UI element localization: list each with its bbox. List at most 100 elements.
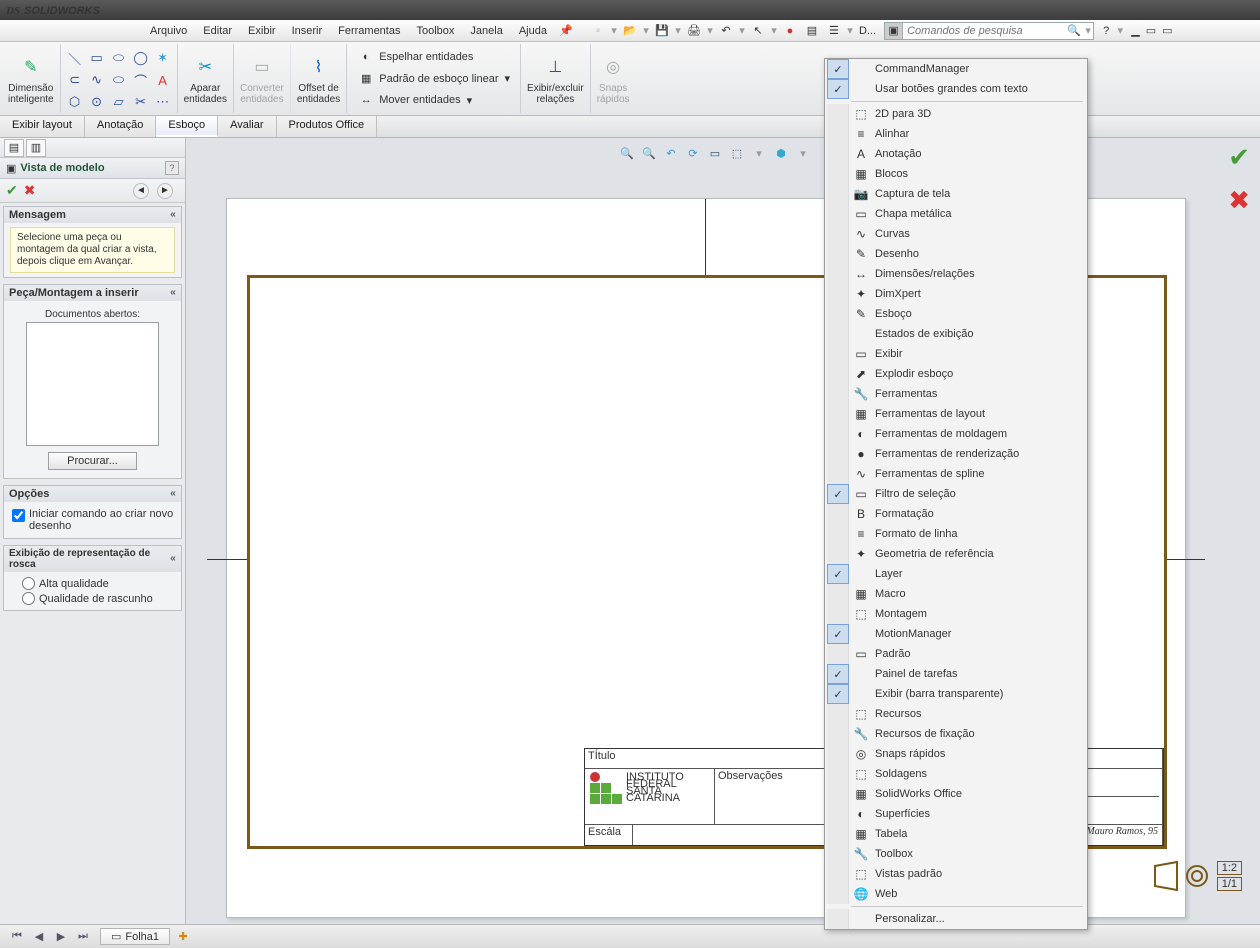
ctx-soldagens[interactable]: ⬚Soldagens — [825, 764, 1087, 784]
ctx-geometria-de-refer-ncia[interactable]: ✦Geometria de referência — [825, 544, 1087, 564]
menu-exibir[interactable]: Exibir — [240, 23, 284, 39]
rect-icon[interactable]: ▭ — [87, 48, 107, 68]
ctx-dimens-es-rela-es[interactable]: ↔Dimensões/relações — [825, 264, 1087, 284]
save-icon[interactable]: 💾 — [652, 22, 672, 40]
ctx-ferramentas-de-layout[interactable]: ▦Ferramentas de layout — [825, 404, 1087, 424]
search-input[interactable] — [903, 25, 1065, 37]
ctx-formata-o[interactable]: BFormatação — [825, 504, 1087, 524]
ctx-ferramentas-de-spline[interactable]: ∿Ferramentas de spline — [825, 464, 1087, 484]
tab-esboco[interactable]: Esboço — [156, 116, 218, 137]
ctx-vistas-padr-o[interactable]: ⬚Vistas padrão — [825, 864, 1087, 884]
ribbon-offset[interactable]: ⌇ Offset de entidades — [291, 44, 347, 113]
fillet-icon[interactable]: ⌒ — [131, 70, 151, 90]
search-icon[interactable]: 🔍 — [1065, 24, 1083, 37]
collapse-icon[interactable]: « — [170, 210, 176, 221]
menu-janela[interactable]: Janela — [462, 23, 510, 39]
confirm-ok-icon[interactable]: ✔ — [1228, 142, 1250, 173]
close-icon[interactable]: ▭ — [1162, 24, 1172, 37]
ctx-explodir-esbo-o[interactable]: ⬈Explodir esboço — [825, 364, 1087, 384]
ctx-ferramentas[interactable]: 🔧Ferramentas — [825, 384, 1087, 404]
menu-arquivo[interactable]: Arquivo — [142, 23, 195, 39]
ctx-ferramentas-de-moldagem[interactable]: ◐Ferramentas de moldagem — [825, 424, 1087, 444]
drawing-canvas[interactable]: 🔍 🔍 ↶ ⟳ ▭ ⬚ ▾ ⬢ ▾ TÍtulo — [186, 138, 1260, 924]
ctx-filtro-de-sele-o[interactable]: ✓▭Filtro de seleção — [825, 484, 1087, 504]
appearance-icon[interactable]: ⬢ — [771, 143, 791, 163]
trim-icon[interactable]: ✂ — [131, 92, 151, 112]
feature-tree-icon[interactable]: ▤ — [4, 139, 24, 157]
ctx-ferramentas-de-renderiza-o[interactable]: ●Ferramentas de renderização — [825, 444, 1087, 464]
ctx-alinhar[interactable]: ≡Alinhar — [825, 124, 1087, 144]
tab-exibir-layout[interactable]: Exibir layout — [0, 116, 85, 137]
pin-icon[interactable]: 📌 — [556, 22, 576, 40]
open-docs-list[interactable] — [26, 322, 159, 446]
menu-inserir[interactable]: Inserir — [284, 23, 331, 39]
ctx-desenho[interactable]: ✎Desenho — [825, 244, 1087, 264]
rebuild-icon[interactable]: ● — [780, 22, 800, 40]
section-view-icon[interactable]: ⟳ — [683, 143, 703, 163]
circle-icon[interactable]: ◯ — [131, 48, 151, 68]
prev-view-icon[interactable]: ↶ — [661, 143, 681, 163]
ctx-commandmanager[interactable]: ✓CommandManager — [825, 59, 1087, 79]
ctx-tabela[interactable]: ▦Tabela — [825, 824, 1087, 844]
panel-help-icon[interactable]: ? — [165, 161, 179, 175]
ctx-usar-botoes[interactable]: ✓Usar botões grandes com texto — [825, 79, 1087, 99]
select-icon[interactable]: ↖ — [748, 22, 768, 40]
options-icon[interactable]: ▤ — [802, 22, 822, 40]
ctx-toolbox[interactable]: 🔧Toolbox — [825, 844, 1087, 864]
browse-button[interactable]: Procurar... — [48, 452, 137, 470]
new-icon[interactable]: ▫️ — [588, 22, 608, 40]
ctx-padr-o[interactable]: ▭Padrão — [825, 644, 1087, 664]
ctx-web[interactable]: 🌐Web — [825, 884, 1087, 904]
tab-avaliar[interactable]: Avaliar — [218, 116, 276, 137]
ctx-chapa-met-lica[interactable]: ▭Chapa metálica — [825, 204, 1087, 224]
prev-icon[interactable]: ◄ — [133, 183, 149, 199]
collapse-icon[interactable]: « — [170, 554, 176, 565]
doc-short[interactable]: D... — [855, 23, 880, 39]
polygon-icon[interactable]: ⬡ — [65, 92, 85, 112]
toolbar-context-menu[interactable]: ✓CommandManager ✓Usar botões grandes com… — [824, 58, 1088, 930]
text-icon[interactable]: A — [153, 70, 173, 90]
radio-rascunho[interactable]: Qualidade de rascunho — [10, 591, 175, 606]
ctx-superf-cies[interactable]: ◐Superfícies — [825, 804, 1087, 824]
add-sheet-icon[interactable]: ✚ — [174, 929, 192, 945]
ctx-dimxpert[interactable]: ✦DimXpert — [825, 284, 1087, 304]
point-icon[interactable]: ✶ — [153, 48, 173, 68]
ribbon-padrao[interactable]: ▦Padrão de esboço linear▾ — [353, 68, 514, 90]
ctx-2d-para-3d[interactable]: ⬚2D para 3D — [825, 104, 1087, 124]
scene-icon[interactable]: ▾ — [793, 143, 813, 163]
sheet-prev-icon[interactable]: ⏮ — [8, 929, 26, 945]
sheet-last-icon[interactable]: ⏭ — [74, 929, 92, 945]
ctx-exibir[interactable]: ▭Exibir — [825, 344, 1087, 364]
display-style-icon[interactable]: ▭ — [705, 143, 725, 163]
radio-alta[interactable]: Alta qualidade — [10, 576, 175, 591]
ribbon-aparar[interactable]: ✂ Aparar entidades — [178, 44, 234, 113]
ctx-anota-o[interactable]: AAnotação — [825, 144, 1087, 164]
ctx-estados-de-exibi-o[interactable]: Estados de exibição — [825, 324, 1087, 344]
ctx-exibir-barra-transparente-[interactable]: ✓Exibir (barra transparente) — [825, 684, 1087, 704]
undo-icon[interactable]: ↶ — [716, 22, 736, 40]
next-icon[interactable]: ► — [157, 183, 173, 199]
collapse-icon[interactable]: « — [170, 489, 176, 500]
centerline-icon[interactable]: ⊙ — [87, 92, 107, 112]
ellipse-icon[interactable]: ⬭ — [109, 70, 129, 90]
print-icon[interactable]: 🖨 — [684, 22, 704, 40]
zoom-area-icon[interactable]: 🔍 — [639, 143, 659, 163]
sheet-back-icon[interactable]: ◀ — [30, 929, 48, 945]
ctx-recursos-de-fixa-o[interactable]: 🔧Recursos de fixação — [825, 724, 1087, 744]
ctx-curvas[interactable]: ∿Curvas — [825, 224, 1087, 244]
search-box[interactable]: ▣ 🔍▾ — [884, 22, 1094, 40]
tab-anotacao[interactable]: Anotação — [85, 116, 156, 137]
more-icon[interactable]: ⋯ — [153, 92, 173, 112]
ribbon-dimension[interactable]: ✎ Dimensão inteligente — [2, 44, 61, 113]
open-icon[interactable]: 📂 — [620, 22, 640, 40]
menu-toolbox[interactable]: Toolbox — [408, 23, 462, 39]
option-start-check[interactable]: Iniciar comando ao criar novo desenho — [10, 506, 175, 534]
tab-produtos-office[interactable]: Produtos Office — [277, 116, 378, 137]
settings-icon[interactable]: ☰ — [824, 22, 844, 40]
menu-ferramentas[interactable]: Ferramentas — [330, 23, 408, 39]
slot-icon[interactable]: ⬭ — [109, 48, 129, 68]
ctx-macro[interactable]: ▦Macro — [825, 584, 1087, 604]
restore-icon[interactable]: ▭ — [1146, 24, 1156, 37]
help-icon[interactable]: ? — [1103, 25, 1109, 37]
ok-icon[interactable]: ✔ — [6, 182, 18, 199]
